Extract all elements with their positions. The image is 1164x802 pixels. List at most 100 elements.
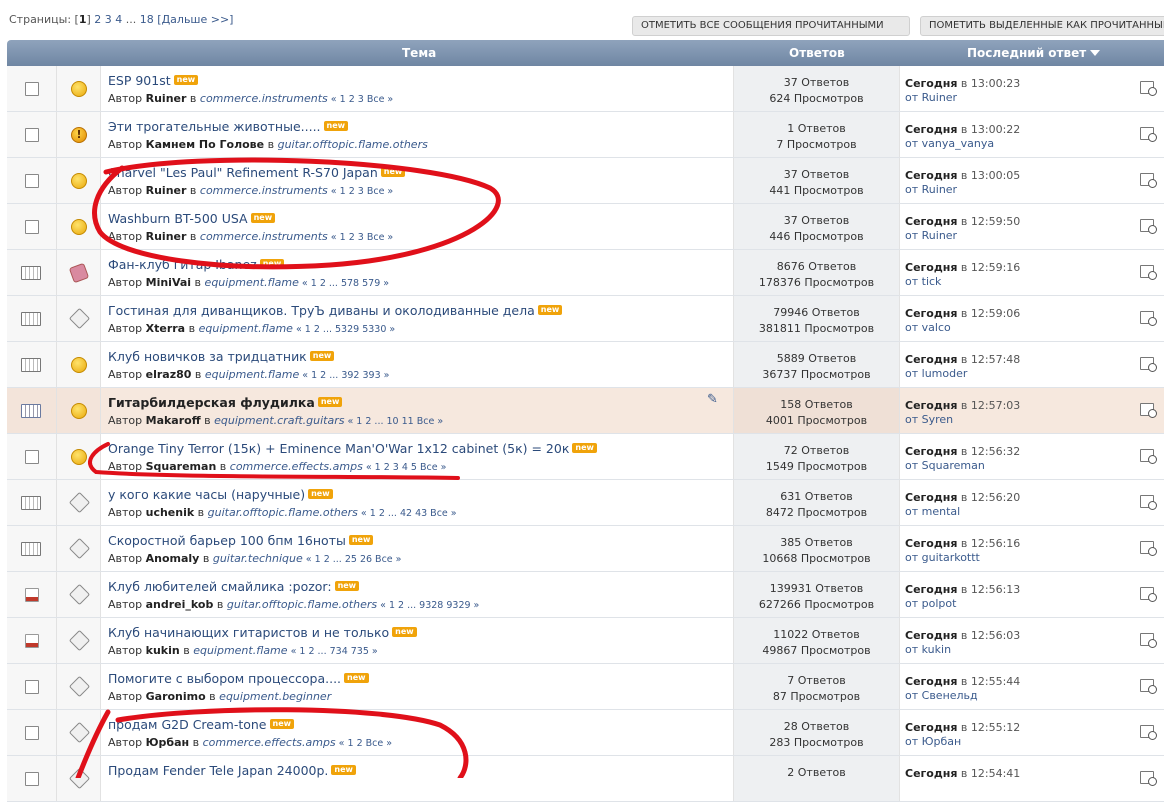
topic-pages[interactable]: « 1 2 Все » [336, 738, 392, 749]
topic-title-text[interactable]: Клуб начинающих гитаристов и не только [108, 625, 389, 640]
next-page-link[interactable]: [Дальше >>] [157, 13, 233, 26]
topic-author-link[interactable]: MiniVai [146, 276, 191, 289]
topic-pages[interactable]: « 1 2 ... 25 26 Все » [303, 554, 402, 565]
topic-title[interactable]: Скоростной барьер 100 бпм 16ноты new [108, 533, 374, 548]
topic-title-text[interactable]: ESP 901st [108, 73, 171, 88]
last-reply-author-link[interactable]: valco [922, 321, 951, 334]
topic-title[interactable]: Гитарбилдерская флудилка new [108, 395, 343, 410]
topic-pages[interactable]: « 1 2 3 Все » [328, 186, 393, 197]
last-reply-author-link[interactable]: mental [922, 505, 961, 518]
topic-title[interactable]: Клуб новичков за тридцатник new [108, 349, 335, 364]
go-to-last-post-icon[interactable] [1140, 81, 1157, 96]
topic-title-text[interactable]: Эти трогательные животные..... [108, 119, 321, 134]
topic-title-text[interactable]: Клуб любителей смайлика :pozor: [108, 579, 332, 594]
topic-author-link[interactable]: Squareman [146, 460, 217, 473]
topic-author-link[interactable]: elraz80 [146, 368, 192, 381]
last-reply-author-link[interactable]: Юрбан [922, 735, 962, 748]
go-to-last-post-icon[interactable] [1140, 633, 1157, 648]
topic-author-link[interactable]: Юрбан [146, 736, 190, 749]
page-last-link[interactable]: 18 [140, 13, 154, 26]
topic-pages[interactable]: « 1 2 ... 734 735 » [288, 646, 378, 657]
topic-category-link[interactable]: commerce.instruments [200, 92, 328, 105]
topic-category-link[interactable]: equipment.flame [205, 368, 299, 381]
go-to-last-post-icon[interactable] [1140, 173, 1157, 188]
topic-category-link[interactable]: equipment.flame [205, 276, 299, 289]
last-reply-author-link[interactable]: Syren [922, 413, 954, 426]
last-reply-author-link[interactable]: tick [922, 275, 942, 288]
topic-author-link[interactable]: andrei_kob [146, 598, 214, 611]
page-3-link[interactable]: 3 [105, 13, 112, 26]
topic-title[interactable]: Клуб начинающих гитаристов и не только ne… [108, 625, 417, 640]
topic-title-text[interactable]: Orange Tiny Terror (15к) + Eminence Man'… [108, 441, 569, 456]
topic-author-link[interactable]: Камнем По Голове [146, 138, 264, 151]
topic-title-text[interactable]: у кого какие часы (наручные) [108, 487, 305, 502]
topic-category-link[interactable]: guitar.offtopic.flame.others [227, 598, 377, 611]
topic-pages[interactable]: « 1 2 ... 9328 9329 » [377, 600, 479, 611]
topic-author-link[interactable]: Ruiner [146, 230, 187, 243]
topic-title[interactable]: Гостиная для диванщиков. ТруЪ диваны и о… [108, 303, 563, 318]
go-to-last-post-icon[interactable] [1140, 219, 1157, 234]
topic-pages[interactable]: « 1 2 3 Все » [328, 232, 393, 243]
topic-title-text[interactable]: Клуб новичков за тридцатник [108, 349, 307, 364]
go-to-last-post-icon[interactable] [1140, 725, 1157, 740]
last-reply-author-link[interactable]: guitarkottt [922, 551, 980, 564]
topic-category-link[interactable]: equipment.flame [193, 644, 287, 657]
go-to-last-post-icon[interactable] [1140, 357, 1157, 372]
topic-category-link[interactable]: commerce.instruments [200, 184, 328, 197]
topic-category-link[interactable]: equipment.flame [199, 322, 293, 335]
topic-author-link[interactable]: Xterra [146, 322, 185, 335]
topic-title[interactable]: Помогите с выбором процессора.... new [108, 671, 369, 686]
topic-title[interactable]: Продам Fender Tele Japan 24000р. new [108, 763, 356, 778]
topic-pages[interactable]: « 1 2 ... 10 11 Все » [344, 416, 443, 427]
last-reply-author-link[interactable]: polpot [922, 597, 957, 610]
column-replies-header[interactable]: Ответов [789, 46, 845, 60]
topic-title-text[interactable]: Charvel "Les Paul" Refinement R-S70 Japa… [108, 165, 378, 180]
topic-title[interactable]: Washburn BT-500 USA new [108, 211, 276, 226]
go-to-last-post-icon[interactable] [1140, 311, 1157, 326]
topic-category-link[interactable]: guitar.technique [213, 552, 303, 565]
topic-author-link[interactable]: Ruiner [146, 184, 187, 197]
topic-title-text[interactable]: Washburn BT-500 USA [108, 211, 248, 226]
go-to-last-post-icon[interactable] [1140, 127, 1157, 142]
topic-title-text[interactable]: Помогите с выбором процессора.... [108, 671, 341, 686]
topic-title-text[interactable]: Гостиная для диванщиков. ТруЪ диваны и о… [108, 303, 535, 318]
page-2-link[interactable]: 2 [94, 13, 101, 26]
topic-title[interactable]: продам G2D Cream-tone new [108, 717, 295, 732]
page-4-link[interactable]: 4 [115, 13, 122, 26]
topic-title-text[interactable]: Фан-клуб гитар Ibanez [108, 257, 257, 272]
column-last-reply-header[interactable]: Последний ответ [967, 46, 1101, 60]
last-reply-author-link[interactable]: Свенельд [922, 689, 978, 702]
topic-category-link[interactable]: guitar.offtopic.flame.others [208, 506, 358, 519]
last-reply-author-link[interactable]: kukin [922, 643, 951, 656]
topic-author-link[interactable]: kukin [146, 644, 180, 657]
last-reply-author-link[interactable]: Ruiner [922, 229, 957, 242]
topic-title[interactable]: Orange Tiny Terror (15к) + Eminence Man'… [108, 441, 597, 456]
go-to-last-post-icon[interactable] [1140, 679, 1157, 694]
topic-pages[interactable]: « 1 2 ... 5329 5330 » [293, 324, 395, 335]
go-to-last-post-icon[interactable] [1140, 587, 1157, 602]
topic-title-text[interactable]: продам G2D Cream-tone [108, 717, 267, 732]
go-to-last-post-icon[interactable] [1140, 265, 1157, 280]
go-to-last-post-icon[interactable] [1140, 449, 1157, 464]
topic-category-link[interactable]: equipment.craft.guitars [214, 414, 344, 427]
topic-author-link[interactable]: uchenik [146, 506, 195, 519]
mark-all-read-button[interactable]: ОТМЕТИТЬ ВСЕ СООБЩЕНИЯ ПРОЧИТАННЫМИ [632, 16, 910, 36]
topic-author-link[interactable]: Makaroff [146, 414, 201, 427]
topic-pages[interactable]: « 1 2 ... 392 393 » [299, 370, 389, 381]
go-to-last-post-icon[interactable] [1140, 403, 1157, 418]
topic-title-text[interactable]: Продам Fender Tele Japan 24000р. [108, 763, 328, 778]
last-reply-author-link[interactable]: lumoder [922, 367, 968, 380]
topic-author-link[interactable]: Garonimo [146, 690, 206, 703]
last-reply-author-link[interactable]: Ruiner [922, 91, 957, 104]
topic-title[interactable]: ESP 901st new [108, 73, 199, 88]
topic-category-link[interactable]: commerce.effects.amps [230, 460, 363, 473]
go-to-last-post-icon[interactable] [1140, 495, 1157, 510]
topic-pages[interactable]: « 1 2 ... 42 43 Все » [358, 508, 457, 519]
topic-author-link[interactable]: Ruiner [146, 92, 187, 105]
topic-author-link[interactable]: Anomaly [146, 552, 200, 565]
last-reply-author-link[interactable]: Ruiner [922, 183, 957, 196]
topic-title[interactable]: у кого какие часы (наручные) new [108, 487, 333, 502]
topic-title[interactable]: Фан-клуб гитар Ibanez new [108, 257, 285, 272]
last-reply-author-link[interactable]: Squareman [922, 459, 985, 472]
topic-pages[interactable]: « 1 2 3 4 5 Все » [363, 462, 447, 473]
